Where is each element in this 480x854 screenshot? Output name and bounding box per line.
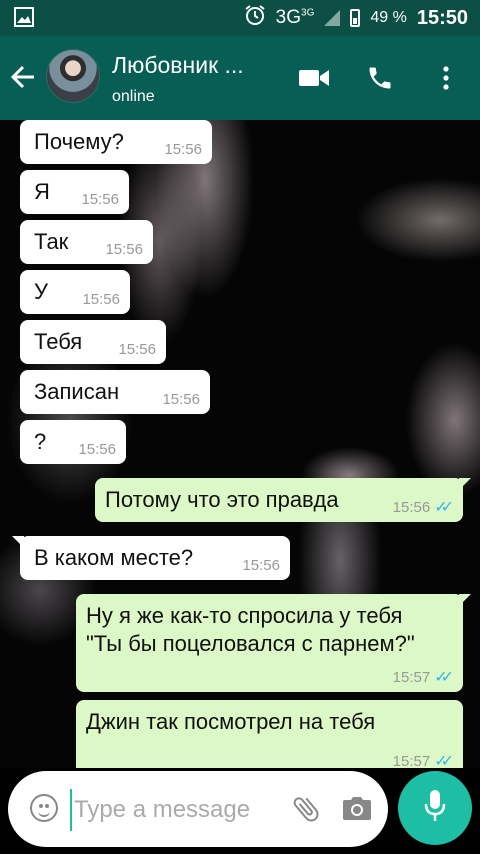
status-bar: 3G3G 49 % 15:50 — [0, 0, 480, 36]
read-receipt-icon: ✓✓ — [434, 753, 454, 769]
message-text: Записан — [34, 379, 120, 404]
chat-area[interactable]: Почему? 15:56 Я 15:56 Так 15:56 У 15:56 … — [0, 120, 480, 768]
contact-name[interactable]: Любовник ... — [112, 52, 244, 79]
message-time: 15:56 — [78, 441, 116, 458]
phone-icon[interactable] — [362, 60, 398, 96]
chat-header: Любовник ... online — [0, 36, 480, 120]
gallery-icon — [14, 7, 34, 33]
message-time: 15:57 — [392, 669, 431, 686]
message-text: Почему? — [34, 129, 124, 154]
video-call-icon[interactable] — [296, 60, 332, 96]
message-text: ? — [34, 429, 47, 454]
alarm-icon — [244, 4, 266, 32]
camera-icon[interactable] — [342, 795, 372, 821]
message-time: 15:56 — [82, 291, 120, 308]
message-time: 15:56 — [162, 391, 200, 408]
message-bubble[interactable]: Джин так посмотрел на тебя 15:57 ✓✓ — [76, 700, 463, 768]
message-text: Джин так посмотрел на тебя — [86, 709, 376, 734]
message-text: Потому что это правда — [105, 487, 339, 512]
contact-status: online — [112, 88, 155, 105]
message-time: 15:56 — [118, 341, 156, 358]
message-text: Я — [34, 179, 50, 204]
message-time: 15:57 — [392, 753, 431, 769]
back-arrow-icon[interactable] — [10, 58, 36, 99]
message-bubble[interactable]: Почему? 15:56 — [20, 120, 212, 164]
more-icon[interactable] — [428, 60, 464, 96]
message-bubble[interactable]: Тебя 15:56 — [20, 320, 166, 364]
message-bubble[interactable]: Я 15:56 — [20, 170, 129, 214]
signal-icon — [324, 10, 341, 26]
mic-button[interactable] — [398, 771, 472, 845]
battery-percent: 49 % — [370, 9, 407, 26]
message-bubble[interactable]: В каком месте? 15:56 — [12, 536, 290, 580]
message-time: 15:56 — [164, 141, 202, 158]
network-indicator: 3G3G — [275, 7, 315, 28]
message-text: В каком месте? — [34, 545, 194, 570]
message-composer — [8, 771, 388, 847]
message-text: Тебя — [34, 329, 83, 354]
message-bubble[interactable]: Потому что это правда 15:56 ✓✓ — [95, 478, 471, 522]
avatar[interactable] — [46, 49, 100, 103]
emoji-icon[interactable] — [30, 794, 58, 822]
read-receipt-icon: ✓✓ — [434, 669, 454, 686]
message-time: 15:56 — [105, 241, 143, 258]
message-bubble[interactable]: Записан 15:56 — [20, 370, 210, 414]
clock: 15:50 — [416, 6, 468, 29]
battery-icon — [350, 9, 361, 27]
message-text: Так — [34, 229, 69, 254]
message-time: 15:56 — [81, 191, 119, 208]
message-bubble[interactable]: Так 15:56 — [20, 220, 153, 264]
read-receipt-icon: ✓✓ — [434, 499, 454, 516]
message-text: Ну я же как-то спросила у тебя "Ты бы по… — [86, 603, 415, 656]
message-time: 15:56 — [242, 557, 280, 574]
attach-icon[interactable] — [290, 793, 322, 825]
message-time: 15:56 — [392, 499, 431, 516]
message-bubble[interactable]: Ну я же как-то спросила у тебя "Ты бы по… — [76, 594, 471, 692]
message-input[interactable] — [70, 789, 286, 831]
mic-icon — [423, 789, 447, 828]
message-text: У — [34, 279, 48, 304]
message-bubble[interactable]: ? 15:56 — [20, 420, 126, 464]
message-bubble[interactable]: У 15:56 — [20, 270, 130, 314]
